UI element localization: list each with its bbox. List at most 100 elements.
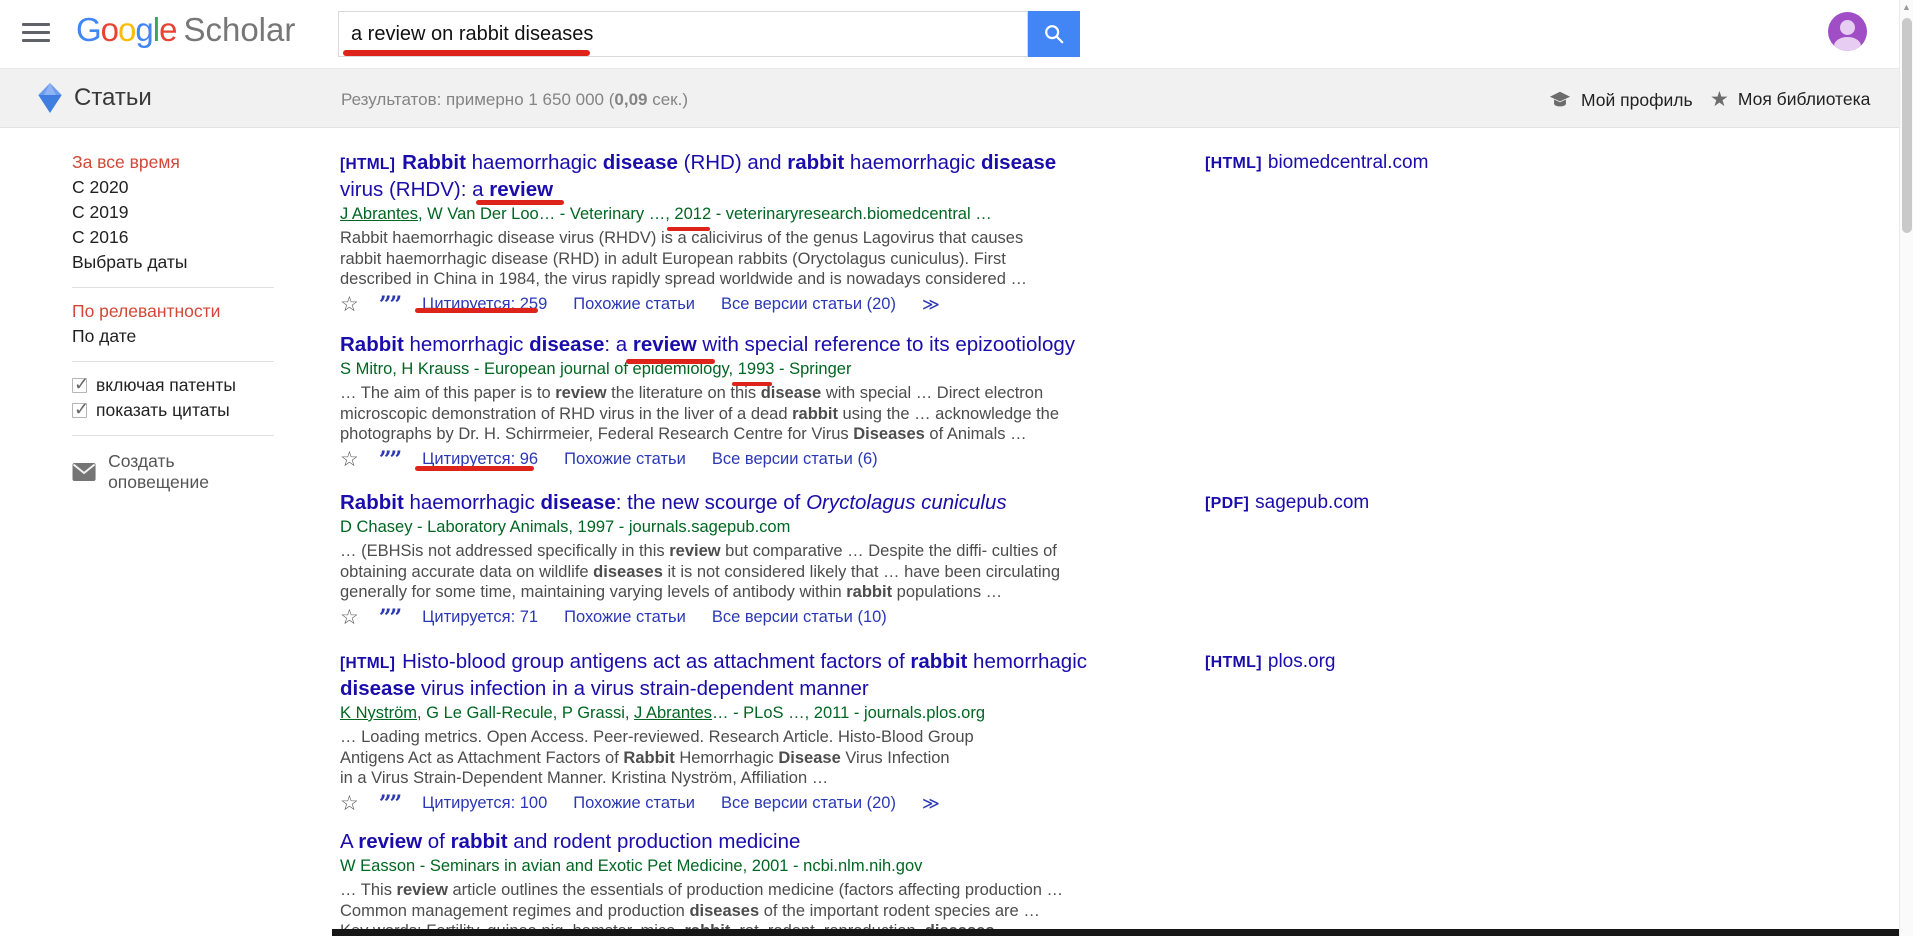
logo-letter: o — [101, 11, 118, 48]
related-articles-link[interactable]: Похожие статьи — [573, 794, 695, 813]
all-versions-link[interactable]: Все версии статьи (20) — [721, 794, 896, 813]
fulltext-link[interactable]: [HTML] biomedcentral.com — [1205, 152, 1428, 174]
cited-by-link[interactable]: Цитируется: 71 — [422, 608, 538, 627]
sort-by-relevance[interactable]: По релевантности — [72, 299, 274, 324]
bottom-bar — [332, 929, 1899, 936]
show-citations-label: показать цитаты — [96, 398, 230, 423]
filter-since-2019[interactable]: С 2019 — [72, 200, 274, 225]
result-authors-line[interactable]: S Mitro, H Krauss - European journal of … — [340, 358, 1130, 381]
filters-sidebar: За все время С 2020 С 2019 С 2016 Выбрат… — [72, 150, 274, 493]
annotation-underline — [415, 466, 534, 471]
search-button[interactable] — [1028, 11, 1080, 57]
date-filter-list: За все время С 2020 С 2019 С 2016 Выбрат… — [72, 150, 274, 275]
logo-letter: G — [76, 11, 101, 48]
save-star-icon[interactable]: ☆ — [340, 794, 359, 814]
alert-envelope-icon — [72, 462, 96, 482]
result-authors-line[interactable]: J Abrantes, W Van Der Loo… - Veterinary … — [340, 203, 1130, 226]
result-title-link[interactable]: Rabbit hemorrhagic disease: a review wit… — [340, 332, 1130, 357]
all-versions-link[interactable]: Все версии статьи (6) — [712, 450, 878, 469]
annotation-underline — [732, 382, 772, 386]
more-chevron-icon[interactable]: ≫ — [922, 794, 940, 814]
my-library-link[interactable]: ★ Моя библиотека — [1710, 89, 1870, 110]
fulltext-badge: [HTML] — [1205, 654, 1262, 671]
avatar[interactable] — [1828, 12, 1867, 51]
section-title: Статьи — [74, 84, 152, 112]
scrollbar[interactable]: ▲ — [1899, 0, 1913, 936]
logo-letter: g — [135, 11, 152, 48]
library-star-icon: ★ — [1710, 91, 1729, 109]
checkbox-checked-icon: ✓ — [72, 378, 87, 393]
save-star-icon[interactable]: ☆ — [340, 608, 359, 628]
fulltext-domain: plos.org — [1268, 651, 1336, 672]
result-title-link[interactable]: [HTML]Histo-blood group antigens act as … — [340, 649, 1130, 701]
cite-quote-icon[interactable]: ”” — [379, 453, 400, 467]
sort-by-date[interactable]: По дате — [72, 324, 274, 349]
divider — [72, 435, 274, 436]
graduation-cap-icon — [1548, 89, 1572, 111]
related-articles-link[interactable]: Похожие статьи — [564, 450, 686, 469]
annotation-underline — [667, 227, 710, 231]
top-header: GoogleScholar — [0, 0, 1913, 68]
filter-all-time[interactable]: За все время — [72, 150, 274, 175]
result-title-link[interactable]: A review of rabbit and rodent production… — [340, 829, 1130, 854]
my-profile-link[interactable]: Мой профиль — [1548, 89, 1693, 111]
result-title-link[interactable]: [HTML]Rabbit haemorrhagic disease (RHD) … — [340, 150, 1130, 202]
filter-custom-range[interactable]: Выбрать даты — [72, 250, 274, 275]
results-stats: Результатов: примерно 1 650 000 (0,09 се… — [341, 90, 688, 110]
cite-quote-icon[interactable]: ”” — [379, 611, 400, 625]
search-icon — [1043, 23, 1065, 45]
result-snippet: … The aim of this paper is to review the… — [340, 383, 1130, 445]
hamburger-menu-icon[interactable] — [22, 23, 50, 45]
include-patents-label: включая патенты — [96, 373, 236, 398]
search-result: [HTML]Rabbit haemorrhagic disease (RHD) … — [340, 150, 1130, 315]
annotation-underline — [343, 50, 590, 56]
save-star-icon[interactable]: ☆ — [340, 450, 359, 470]
cited-by-link[interactable]: Цитируется: 100 — [422, 794, 547, 813]
save-star-icon[interactable]: ☆ — [340, 295, 359, 315]
fulltext-link[interactable]: [PDF]sagepub.com — [1205, 492, 1369, 514]
result-title-link[interactable]: Rabbit haemorrhagic disease: the new sco… — [340, 490, 1130, 515]
fulltext-domain: biomedcentral.com — [1268, 152, 1429, 173]
result-authors-line[interactable]: W Easson - Seminars in avian and Exotic … — [340, 855, 1130, 878]
annotation-underline — [415, 308, 538, 313]
include-patents-checkbox[interactable]: ✓ включая патенты — [72, 373, 274, 398]
result-snippet: … This review article outlines the essen… — [340, 880, 1130, 936]
scrollbar-up-icon[interactable]: ▲ — [1902, 2, 1911, 12]
show-citations-checkbox[interactable]: ✓ показать цитаты — [72, 398, 274, 423]
create-alert-button[interactable]: Создать оповещение — [72, 451, 274, 493]
logo-scholar-text: Scholar — [183, 11, 295, 48]
related-articles-link[interactable]: Похожие статьи — [573, 295, 695, 314]
cite-quote-icon[interactable]: ”” — [379, 797, 400, 811]
search-result: [HTML]Histo-blood group antigens act as … — [340, 649, 1130, 814]
result-actions: ☆ ”” Цитируется: 71 Похожие статьи Все в… — [340, 608, 1130, 628]
result-snippet: … (EBHSis not addressed specifically in … — [340, 541, 1130, 603]
annotation-underline — [626, 359, 715, 364]
all-versions-link[interactable]: Все версии статьи (20) — [721, 295, 896, 314]
create-alert-label: Создать оповещение — [108, 451, 274, 493]
annotation-underline — [476, 200, 564, 205]
my-profile-label: Мой профиль — [1581, 90, 1693, 111]
filter-since-2016[interactable]: С 2016 — [72, 225, 274, 250]
fulltext-badge: [HTML] — [1205, 155, 1262, 172]
format-badge: [HTML] — [340, 655, 395, 672]
fulltext-link[interactable]: [HTML] plos.org — [1205, 651, 1336, 673]
all-versions-link[interactable]: Все версии статьи (10) — [712, 608, 887, 627]
cite-quote-icon[interactable]: ”” — [379, 298, 400, 312]
more-chevron-icon[interactable]: ≫ — [922, 295, 940, 315]
format-badge: [HTML] — [340, 156, 395, 173]
scholar-emblem-icon — [32, 80, 68, 116]
divider — [72, 361, 274, 362]
logo-letter: e — [159, 11, 176, 48]
scrollbar-thumb[interactable] — [1902, 18, 1912, 233]
search-result: Rabbit hemorrhagic disease: a review wit… — [340, 332, 1130, 470]
related-articles-link[interactable]: Похожие статьи — [564, 608, 686, 627]
logo-letter: o — [118, 11, 135, 48]
my-library-label: Моя библиотека — [1738, 89, 1871, 110]
scholar-logo[interactable]: GoogleScholar — [76, 11, 295, 49]
fulltext-domain: sagepub.com — [1255, 492, 1369, 513]
sort-list: По релевантности По дате — [72, 299, 274, 349]
avatar-person-icon — [1840, 20, 1855, 35]
result-authors-line[interactable]: K Nyström, G Le Gall-Recule, P Grassi, J… — [340, 702, 1130, 725]
result-authors-line[interactable]: D Chasey - Laboratory Animals, 1997 - jo… — [340, 516, 1130, 539]
filter-since-2020[interactable]: С 2020 — [72, 175, 274, 200]
